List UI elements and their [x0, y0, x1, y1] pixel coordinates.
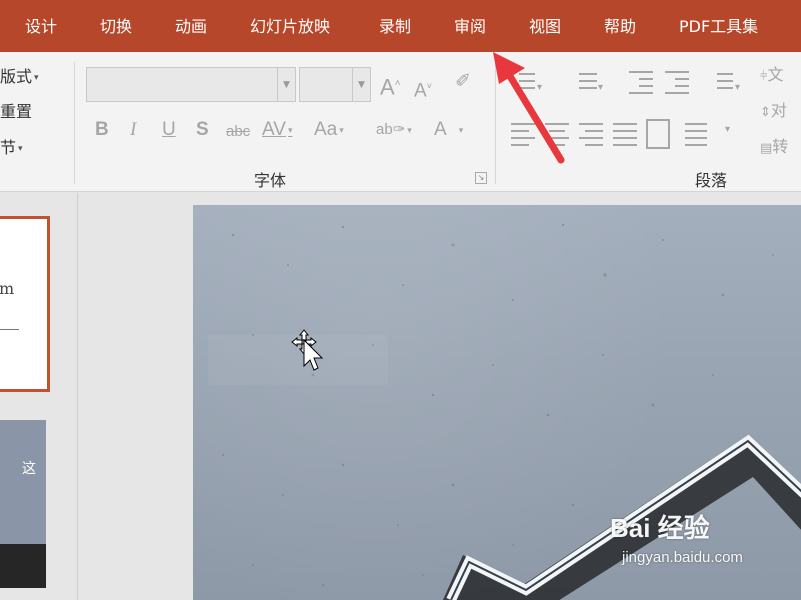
strikethrough-button[interactable]: abc	[226, 120, 250, 144]
font-name-combo[interactable]: ▼	[86, 67, 296, 102]
bold-button[interactable]: B	[95, 118, 109, 142]
thumbnail-text: m	[0, 279, 15, 298]
tab-transitions[interactable]: 切换	[100, 14, 132, 40]
chevron-down-icon[interactable]: ▾	[735, 76, 740, 100]
section-button[interactable]: 节 ▾	[0, 134, 23, 158]
thumbnail-line	[0, 329, 19, 330]
thumbnail-dark-band	[0, 544, 46, 588]
watermark-url: jingyan.baidu.com	[622, 549, 743, 566]
tab-review[interactable]: 审阅	[454, 14, 486, 40]
tab-slideshow[interactable]: 幻灯片放映	[250, 14, 330, 40]
thumbnail-text: 这	[22, 461, 36, 477]
watermark-brand: Bai 经验	[610, 513, 710, 543]
paragraph-group-label: 段落	[695, 171, 728, 190]
tab-pdf-tools[interactable]: PDF工具集	[679, 14, 758, 40]
grow-font-button[interactable]: A˄	[380, 72, 401, 99]
shadow-button[interactable]: S	[196, 118, 209, 142]
change-case-button[interactable]: Aa ▾	[314, 118, 344, 142]
slide-thumbnail-2[interactable]: 这	[0, 420, 46, 588]
tab-view[interactable]: 视图	[529, 14, 561, 40]
align-text-button[interactable]: ⇕对	[760, 97, 787, 121]
font-size-combo[interactable]: ▼	[299, 67, 371, 102]
watermark: Bai 经验 jingyan.baidu.com	[610, 508, 743, 566]
tab-help[interactable]: 帮助	[604, 14, 636, 40]
underline-button[interactable]: U	[162, 118, 176, 142]
ribbon: 版式 ▾ 重置 节 ▾ ▼ ▼ A˄ A˅ ✐ B I U S abc AV ▾ Aa…	[0, 52, 801, 192]
font-color-button[interactable]: A ▾	[434, 118, 463, 142]
chevron-down-icon[interactable]: ▾	[725, 118, 730, 142]
clear-formatting-icon[interactable]: ✐	[455, 70, 471, 94]
tab-design[interactable]: 设计	[25, 14, 57, 40]
layout-button[interactable]: 版式 ▾	[0, 63, 39, 87]
tab-record[interactable]: 录制	[379, 14, 411, 40]
tab-animations[interactable]: 动画	[175, 14, 207, 40]
highlight-button[interactable]: ab✑ ▾	[376, 118, 412, 142]
reset-button[interactable]: 重置	[0, 98, 32, 122]
character-spacing-button[interactable]: AV ▾	[262, 118, 292, 142]
move-cursor-icon	[291, 329, 324, 371]
font-group-label: 字体	[254, 171, 287, 190]
ribbon-tab-bar: 设计 切换 动画 幻灯片放映 录制 审阅 视图 帮助 PDF工具集	[0, 0, 801, 52]
italic-button[interactable]: I	[130, 118, 136, 142]
shrink-font-button[interactable]: A˅	[414, 74, 432, 103]
chevron-down-icon[interactable]: ▼	[277, 68, 295, 101]
chevron-down-icon[interactable]: ▼	[352, 68, 370, 101]
chevron-down-icon[interactable]: ▾	[598, 76, 603, 100]
convert-smartart-button[interactable]: ▤转	[760, 133, 788, 157]
dialog-launcher-icon[interactable]: ↘	[475, 172, 487, 184]
slide-thumbnail-1[interactable]: m	[0, 216, 50, 392]
group-separator	[74, 62, 75, 184]
text-direction-button[interactable]: ⫩文	[760, 61, 783, 85]
annotation-arrow-icon	[493, 52, 565, 164]
